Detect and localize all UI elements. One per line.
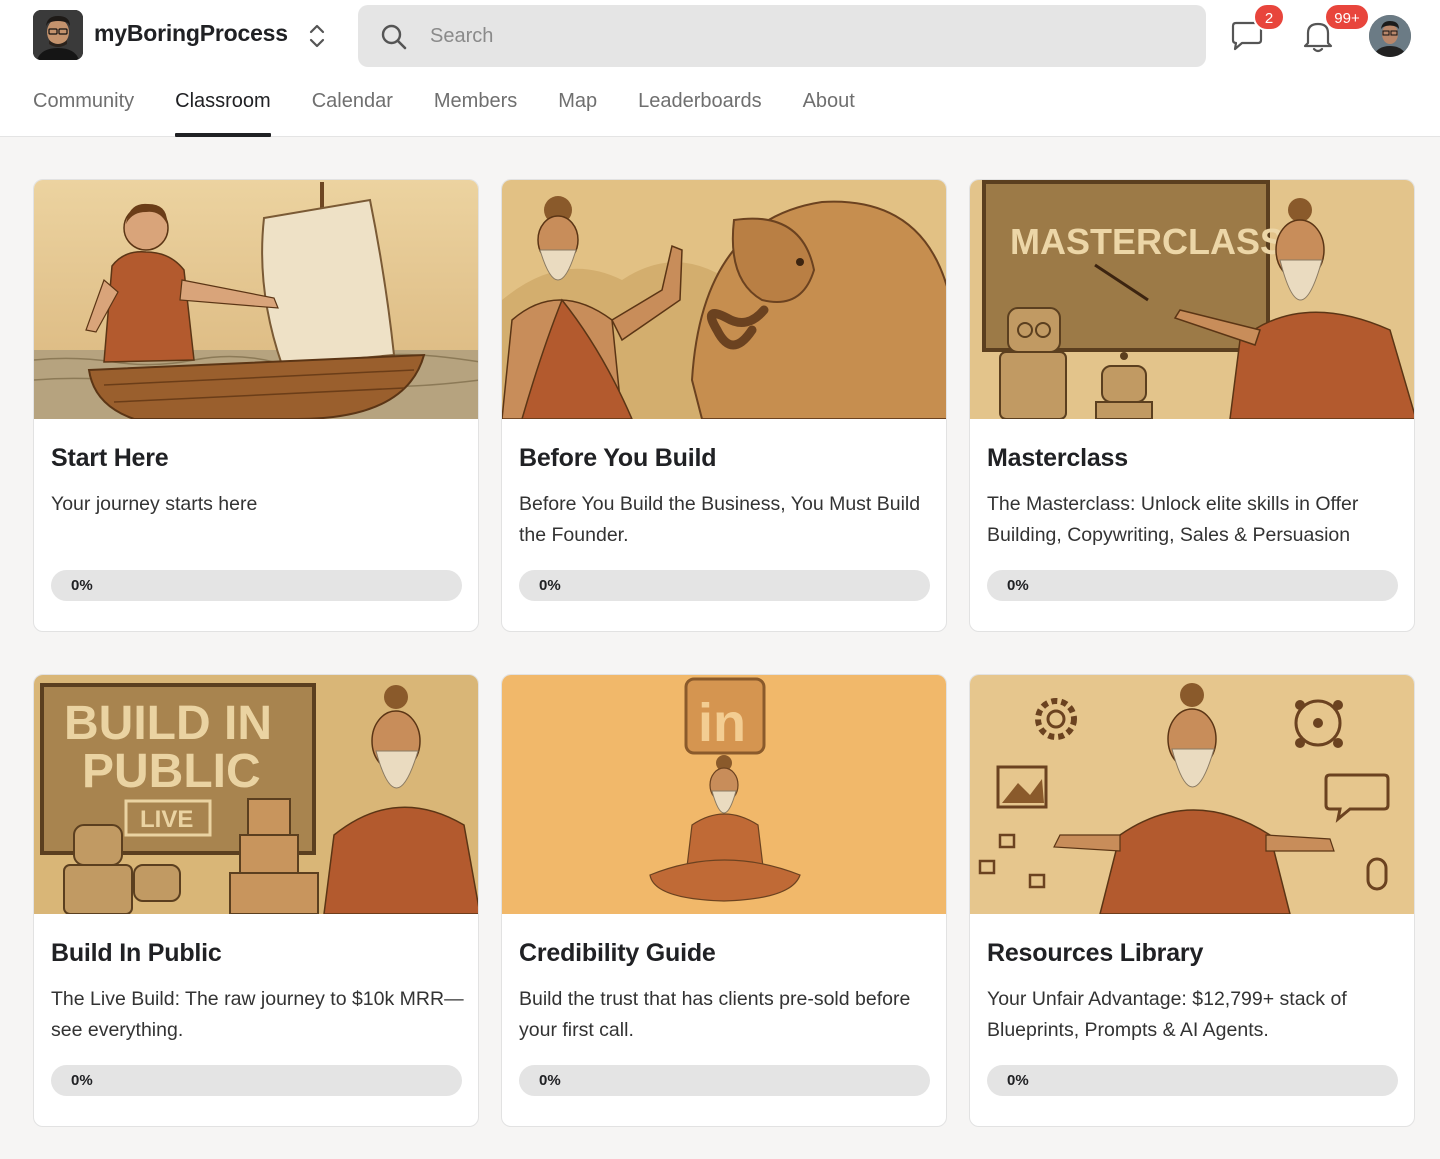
notification-badge: 99+	[1324, 3, 1370, 31]
course-title: Before You Build	[519, 444, 717, 472]
tab-about[interactable]: About	[803, 84, 855, 137]
course-title: Masterclass	[987, 444, 1128, 472]
course-card-credibility-guide[interactable]: in Credibility Guide Build the trust tha…	[501, 674, 947, 1127]
course-card-resources-library[interactable]: Resources Library Your Unfair Advantage:…	[969, 674, 1415, 1127]
course-progress-bar: 0%	[987, 570, 1398, 601]
course-description: The Live Build: The raw journey to $10k …	[51, 988, 464, 1041]
course-title: Credibility Guide	[519, 939, 716, 967]
meditating-sage-linkedin-illustration: in	[502, 675, 946, 914]
community-name[interactable]: myBoringProcess	[94, 20, 288, 47]
course-progress-bar: 0%	[519, 1065, 930, 1096]
course-title: Resources Library	[987, 939, 1204, 967]
search-bar[interactable]	[358, 5, 1206, 67]
course-title: Build In Public	[51, 939, 222, 967]
linkedin-logo-text: in	[698, 693, 746, 753]
progress-label: 0%	[71, 577, 93, 594]
course-description: Build the trust that has clients pre-sol…	[519, 988, 911, 1041]
user-avatar[interactable]	[1369, 15, 1411, 57]
course-description: Before You Build the Business, You Must …	[519, 493, 921, 546]
course-title: Start Here	[51, 444, 169, 472]
switcher-icon[interactable]	[305, 22, 329, 50]
sage-elephant-illustration	[502, 180, 946, 419]
search-input[interactable]	[430, 5, 1170, 67]
build-in-public-illustration: BUILD IN PUBLIC LIVE	[34, 675, 478, 914]
progress-label: 0%	[71, 1072, 93, 1089]
progress-label: 0%	[1007, 1072, 1029, 1089]
board-text-line-2: PUBLIC	[82, 745, 261, 798]
tab-community[interactable]: Community	[33, 84, 134, 137]
progress-label: 0%	[1007, 577, 1029, 594]
course-card-masterclass[interactable]: MASTERCLASS Masterclass The Masterclass:…	[969, 179, 1415, 632]
course-card-before-you-build[interactable]: Before You Build Before You Build the Bu…	[501, 179, 947, 632]
tab-calendar[interactable]: Calendar	[312, 84, 393, 137]
chat-badge: 2	[1253, 3, 1285, 31]
masterclass-illustration: MASTERCLASS	[970, 180, 1414, 419]
progress-label: 0%	[539, 1072, 561, 1089]
tab-map[interactable]: Map	[558, 84, 597, 137]
community-logo[interactable]	[33, 10, 83, 60]
masterclass-board-text: MASTERCLASS	[1010, 221, 1284, 262]
board-text-line-3: LIVE	[140, 806, 193, 833]
board-text-line-1: BUILD IN	[64, 697, 272, 750]
course-description: Your journey starts here	[51, 493, 258, 515]
main-nav: Community Classroom Calendar Members Map…	[33, 84, 896, 137]
course-card-start-here[interactable]: Start Here Your journey starts here 0%	[33, 179, 479, 632]
resources-sage-illustration	[970, 675, 1414, 914]
search-icon	[380, 23, 408, 51]
course-progress-bar: 0%	[51, 570, 462, 601]
top-header: myBoringProcess 2 99+	[0, 0, 1440, 137]
course-progress-bar: 0%	[519, 570, 930, 601]
course-card-build-in-public[interactable]: BUILD IN PUBLIC LIVE Build In Public The…	[33, 674, 479, 1127]
course-progress-bar: 0%	[987, 1065, 1398, 1096]
progress-label: 0%	[539, 577, 561, 594]
tab-leaderboards[interactable]: Leaderboards	[638, 84, 761, 137]
tab-classroom[interactable]: Classroom	[175, 84, 271, 137]
boat-illustration	[34, 180, 478, 419]
course-description: Your Unfair Advantage: $12,799+ stack of…	[987, 988, 1347, 1041]
tab-members[interactable]: Members	[434, 84, 517, 137]
course-description: The Masterclass: Unlock elite skills in …	[987, 493, 1359, 546]
course-progress-bar: 0%	[51, 1065, 462, 1096]
